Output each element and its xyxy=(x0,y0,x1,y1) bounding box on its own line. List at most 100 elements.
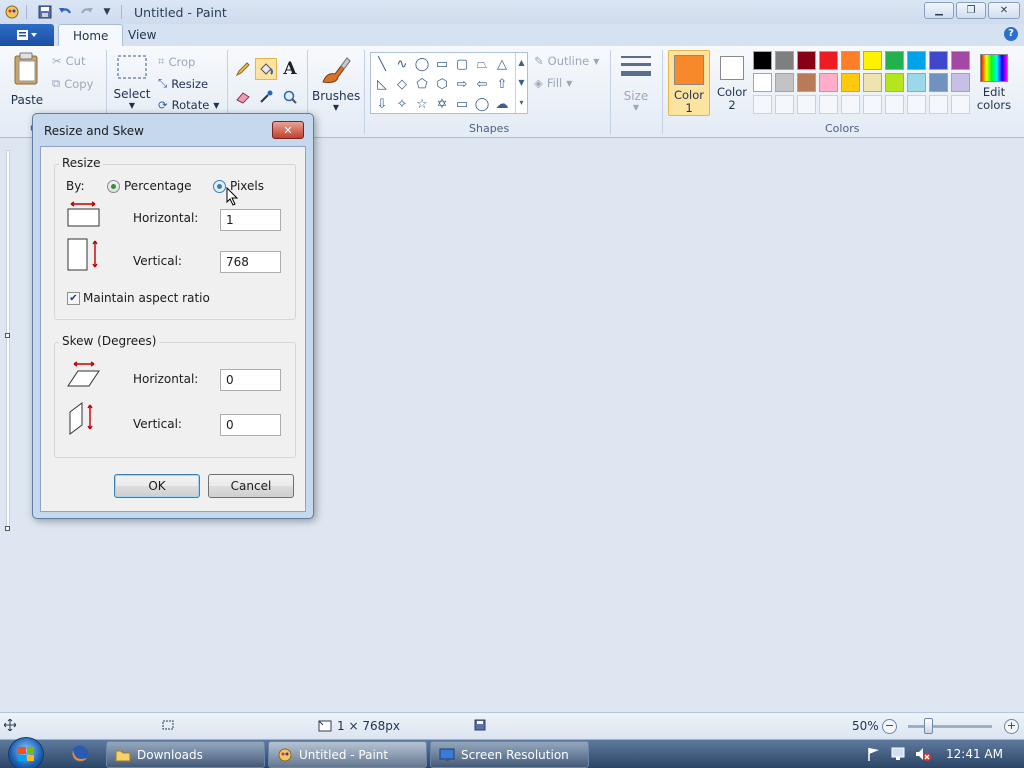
palette-swatch[interactable] xyxy=(775,73,794,92)
rectangle-shape-icon[interactable]: ▭ xyxy=(433,55,451,73)
zoom-out-icon[interactable]: − xyxy=(882,719,897,734)
pencil-icon[interactable] xyxy=(232,58,254,80)
palette-swatch[interactable] xyxy=(929,73,948,92)
palette-swatch[interactable] xyxy=(841,95,860,114)
palette-swatch[interactable] xyxy=(907,51,926,70)
cloud-callout-shape-icon[interactable]: ☁ xyxy=(493,95,511,113)
volume-muted-icon[interactable] xyxy=(914,746,932,765)
palette-swatch[interactable] xyxy=(885,73,904,92)
taskbar-item-paint[interactable]: Untitled - Paint xyxy=(268,741,427,768)
text-tool-icon[interactable]: A xyxy=(279,58,301,80)
cancel-button[interactable]: Cancel xyxy=(208,474,294,498)
palette-swatch[interactable] xyxy=(775,95,794,114)
dialog-close-button[interactable]: ✕ xyxy=(272,121,304,139)
palette-swatch[interactable] xyxy=(819,51,838,70)
magnifier-icon[interactable] xyxy=(279,86,301,108)
palette-swatch[interactable] xyxy=(951,95,970,114)
palette-swatch[interactable] xyxy=(885,51,904,70)
taskbar-item-screen-resolution[interactable]: Screen Resolution xyxy=(430,741,589,768)
network-icon[interactable] xyxy=(891,746,909,765)
palette-swatch[interactable] xyxy=(819,95,838,114)
clock[interactable]: 12:41 AM xyxy=(946,747,1003,761)
four-point-star-shape-icon[interactable]: ✧ xyxy=(393,95,411,113)
palette-swatch[interactable] xyxy=(863,51,882,70)
rounded-callout-shape-icon[interactable]: ▭ xyxy=(453,95,471,113)
rotate-button[interactable]: ⟳ Rotate ▼ xyxy=(158,98,219,112)
edit-colors-button[interactable]: Edit colors xyxy=(974,50,1014,116)
action-center-flag-icon[interactable] xyxy=(866,746,882,765)
palette-swatch[interactable] xyxy=(819,73,838,92)
tab-view[interactable]: View xyxy=(114,24,170,46)
right-triangle-shape-icon[interactable]: ◺ xyxy=(373,75,391,93)
taskbar-item-downloads[interactable]: Downloads xyxy=(106,741,265,768)
right-arrow-shape-icon[interactable]: ⇨ xyxy=(453,75,471,93)
restore-button[interactable]: ❐ xyxy=(956,2,986,19)
oval-shape-icon[interactable]: ◯ xyxy=(413,55,431,73)
brushes-button[interactable]: Brushes ▼ xyxy=(312,52,360,112)
zoom-in-icon[interactable]: + xyxy=(1004,719,1019,734)
palette-swatch[interactable] xyxy=(797,73,816,92)
line-shape-icon[interactable]: ╲ xyxy=(373,55,391,73)
help-icon[interactable]: ? xyxy=(1004,27,1018,41)
color-picker-icon[interactable] xyxy=(255,86,277,108)
minimize-button[interactable]: ▁ xyxy=(924,2,954,19)
eraser-icon[interactable] xyxy=(232,86,254,108)
palette-swatch[interactable] xyxy=(841,73,860,92)
firefox-icon[interactable] xyxy=(70,744,90,764)
palette-swatch[interactable] xyxy=(863,95,882,114)
palette-swatch[interactable] xyxy=(753,51,772,70)
palette-swatch[interactable] xyxy=(797,95,816,114)
curve-shape-icon[interactable]: ∿ xyxy=(393,55,411,73)
palette-swatch[interactable] xyxy=(907,73,926,92)
palette-swatch[interactable] xyxy=(951,51,970,70)
fill-bucket-icon[interactable] xyxy=(255,58,277,80)
customize-dropdown-icon[interactable]: ▼ xyxy=(99,4,115,20)
palette-swatch[interactable] xyxy=(841,51,860,70)
outline-button[interactable]: ✎ Outline ▼ xyxy=(534,54,599,68)
triangle-shape-icon[interactable]: △ xyxy=(493,55,511,73)
drawing-canvas[interactable] xyxy=(6,150,10,528)
palette-swatch[interactable] xyxy=(885,95,904,114)
palette-swatch[interactable] xyxy=(951,73,970,92)
palette-swatch[interactable] xyxy=(929,51,948,70)
size-button[interactable]: Size ▼ xyxy=(616,52,656,112)
app-menu-button[interactable] xyxy=(0,24,54,46)
close-button[interactable]: ✕ xyxy=(988,2,1020,19)
five-point-star-shape-icon[interactable]: ☆ xyxy=(413,95,431,113)
paste-button[interactable]: Paste xyxy=(8,52,46,107)
palette-swatch[interactable] xyxy=(797,51,816,70)
undo-icon[interactable] xyxy=(57,4,73,20)
rounded-rectangle-shape-icon[interactable]: ▢ xyxy=(453,55,471,73)
ok-button[interactable]: OK xyxy=(114,474,200,498)
resize-vertical-input[interactable] xyxy=(220,251,281,273)
diamond-shape-icon[interactable]: ◇ xyxy=(393,75,411,93)
palette-swatch[interactable] xyxy=(907,95,926,114)
copy-button[interactable]: ⧉ Copy xyxy=(52,76,93,91)
resize-handle-side[interactable] xyxy=(5,333,10,338)
polygon-shape-icon[interactable]: ⏢ xyxy=(473,55,491,73)
palette-swatch[interactable] xyxy=(753,95,772,114)
select-button[interactable]: Select ▼ xyxy=(112,54,152,110)
cut-button[interactable]: ✂ Cut xyxy=(52,54,85,68)
palette-swatch[interactable] xyxy=(753,73,772,92)
redo-icon[interactable] xyxy=(79,4,95,20)
hexagon-shape-icon[interactable]: ⬡ xyxy=(433,75,451,93)
crop-button[interactable]: ⌗ Crop xyxy=(158,54,195,69)
zoom-slider-track[interactable] xyxy=(908,725,992,728)
zoom-slider-thumb[interactable] xyxy=(924,718,933,734)
down-arrow-shape-icon[interactable]: ⇩ xyxy=(373,95,391,113)
up-arrow-shape-icon[interactable]: ⇧ xyxy=(493,75,511,93)
skew-vertical-input[interactable] xyxy=(220,414,281,436)
pentagon-shape-icon[interactable]: ⬠ xyxy=(413,75,431,93)
resize-horizontal-input[interactable] xyxy=(220,209,281,231)
palette-swatch[interactable] xyxy=(775,51,794,70)
save-icon[interactable] xyxy=(37,4,53,20)
six-point-star-shape-icon[interactable]: ✡ xyxy=(433,95,451,113)
maintain-aspect-label[interactable]: Maintain aspect ratio xyxy=(83,291,210,305)
left-arrow-shape-icon[interactable]: ⇦ xyxy=(473,75,491,93)
skew-horizontal-input[interactable] xyxy=(220,369,281,391)
start-button[interactable] xyxy=(8,737,44,768)
resize-handle-corner[interactable] xyxy=(5,526,10,531)
maintain-aspect-checkbox[interactable]: ✔ xyxy=(67,292,80,305)
palette-swatch[interactable] xyxy=(863,73,882,92)
